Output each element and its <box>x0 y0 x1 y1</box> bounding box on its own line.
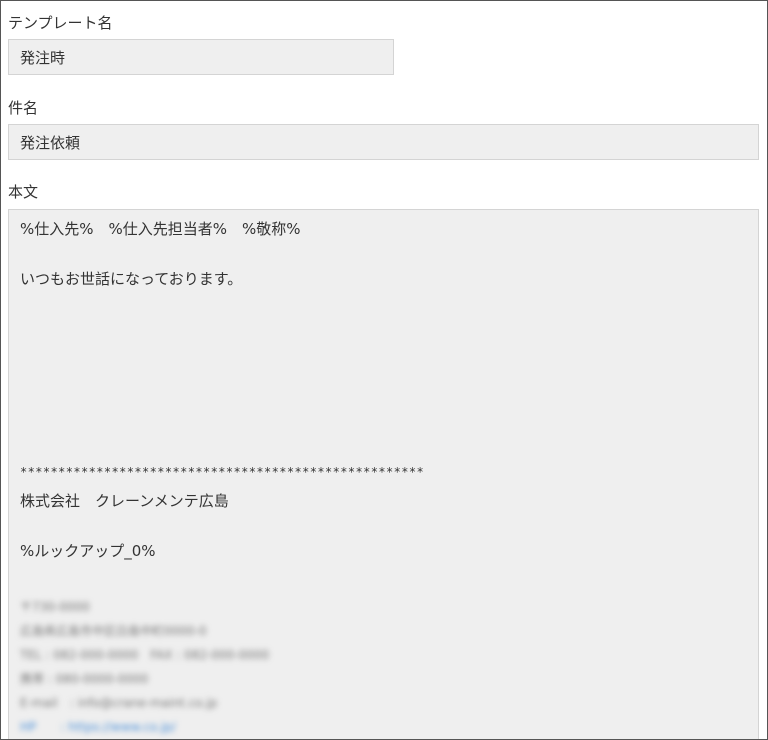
redacted-email-line: E-mail : info@crane-maint.co.jp <box>20 696 218 710</box>
subject-label: 件名 <box>8 99 39 117</box>
template-edit-form: テンプレート名 発注時 件名 発注依頼 本文 %仕入先% %仕入先担当者% %敬… <box>0 0 768 740</box>
redacted-phone-line: TEL : 082-000-0000 FAX : 082-000-0000 <box>20 648 270 662</box>
redacted-postal-line: 〒730-0000 <box>20 600 90 614</box>
body-greeting-line: いつもお世話になっております。 <box>20 270 243 288</box>
body-company-line: 株式会社 クレーンメンテ広島 <box>20 492 229 510</box>
body-separator-line: ****************************************… <box>20 465 425 479</box>
body-addressee-line: %仕入先% %仕入先担当者% %敬称% <box>20 220 301 238</box>
redacted-mobile-line: 携帯 : 080-0000-0000 <box>20 672 149 686</box>
subject-input[interactable]: 発注依頼 <box>8 124 759 160</box>
body-label: 本文 <box>8 183 39 201</box>
redacted-address-line: 広島県広島市中区白島中町0000-0 <box>20 624 207 638</box>
redacted-website-line: HP : https://www.co.jp/ <box>20 720 176 734</box>
template-name-label: テンプレート名 <box>8 14 113 32</box>
body-textarea[interactable]: %仕入先% %仕入先担当者% %敬称% いつもお世話になっております。 ****… <box>8 209 759 739</box>
body-lookup-line: %ルックアップ_0% <box>20 542 156 560</box>
template-name-input[interactable]: 発注時 <box>8 39 394 75</box>
